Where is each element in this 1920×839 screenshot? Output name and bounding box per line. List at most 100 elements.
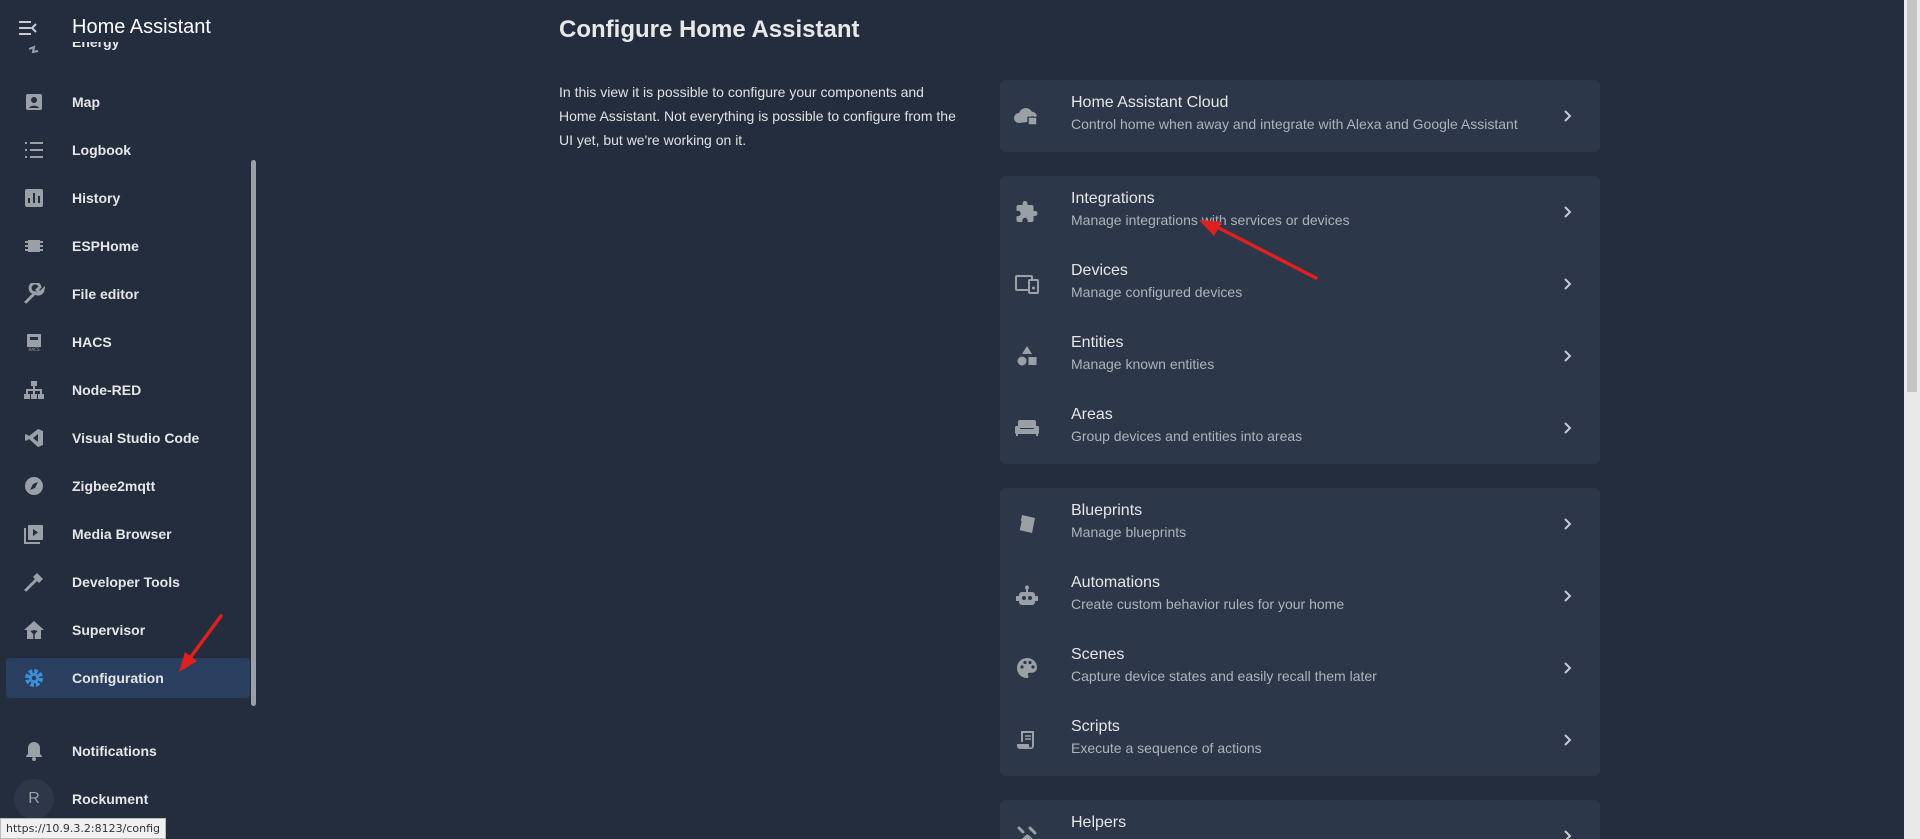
history-icon: [18, 182, 50, 214]
row-subtitle: Execute a sequence of actions: [1071, 740, 1262, 756]
sidebar-item-vscode[interactable]: Visual Studio Code: [6, 418, 250, 458]
app-title: Home Assistant: [72, 16, 211, 38]
hammer-icon: [18, 566, 50, 598]
row-subtitle: Capture device states and easily recall …: [1071, 668, 1377, 684]
row-subtitle: Group devices and entities into areas: [1071, 428, 1303, 444]
sidebar-item-media-browser[interactable]: Media Browser: [6, 514, 250, 554]
sidebar-item-supervisor[interactable]: Supervisor: [6, 610, 250, 650]
chevron-right-icon: [1560, 108, 1576, 124]
config-row-helpers[interactable]: Helpers: [1000, 800, 1600, 839]
sitemap-icon: [18, 374, 50, 406]
row-title: Helpers: [1071, 814, 1127, 831]
sidebar-scrollbar[interactable]: [251, 160, 256, 706]
row-title: Home Assistant Cloud: [1071, 94, 1229, 111]
chevron-right-icon: [1560, 420, 1576, 436]
sidebar-item-label: HACS: [72, 334, 112, 350]
chevron-right-icon: [1560, 828, 1576, 839]
svg-text:HACS: HACS: [28, 347, 39, 352]
sidebar-item-label: Logbook: [72, 142, 132, 158]
energy-icon: [18, 42, 50, 62]
sidebar-item-label: Media Browser: [72, 526, 172, 542]
row-subtitle: Manage configured devices: [1071, 284, 1243, 300]
sidebar-item-label: Rockument: [72, 791, 149, 807]
sidebar-item-hacs[interactable]: HACS HACS: [6, 322, 250, 362]
sidebar-item-configuration[interactable]: Configuration: [6, 658, 250, 698]
hacs-icon: HACS: [18, 326, 50, 358]
blueprint-icon: [1013, 510, 1041, 538]
config-row-scripts[interactable]: Scripts Execute a sequence of actions: [1000, 704, 1600, 776]
esphome-icon: [18, 230, 50, 262]
bell-icon: [18, 735, 50, 767]
config-row-areas[interactable]: Areas Group devices and entities into ar…: [1000, 392, 1600, 464]
compass-icon: [18, 470, 50, 502]
palette-icon: [1013, 654, 1041, 682]
sidebar-item-notifications[interactable]: Notifications: [6, 731, 250, 771]
page-scrollbar[interactable]: [1904, 0, 1920, 839]
row-subtitle: Control home when away and integrate wit…: [1071, 116, 1518, 132]
sidebar-item-label: Configuration: [72, 670, 164, 686]
sidebar-item-label: Zigbee2mqtt: [72, 478, 156, 494]
devices-icon: [1013, 270, 1041, 298]
sidebar-item-label: Energy: [72, 42, 120, 50]
sidebar-item-logbook[interactable]: Logbook: [6, 130, 250, 170]
sidebar-item-label: History: [72, 190, 121, 206]
sidebar-item-developer-tools[interactable]: Developer Tools: [6, 562, 250, 602]
avatar: R: [14, 779, 54, 819]
row-title: Blueprints: [1071, 502, 1143, 519]
row-title: Scenes: [1071, 646, 1125, 663]
menu-toggle-icon[interactable]: [16, 16, 40, 40]
script-icon: [1013, 726, 1041, 754]
config-row-cloud[interactable]: Home Assistant Cloud Control home when a…: [1000, 80, 1600, 152]
logbook-icon: [18, 134, 50, 166]
chevron-right-icon: [1560, 516, 1576, 532]
tools-icon: [1013, 822, 1041, 839]
intro-text: In this view it is possible to configure…: [559, 84, 956, 148]
sidebar-item-label: Map: [72, 94, 100, 110]
row-title: Integrations: [1071, 190, 1155, 207]
sidebar-item-label: Supervisor: [72, 622, 146, 638]
home-assistant-icon: [18, 614, 50, 646]
config-row-automations[interactable]: Automations Create custom behavior rules…: [1000, 560, 1600, 632]
sidebar-item-map[interactable]: Map: [6, 82, 250, 122]
page-scroll-thumb[interactable]: [1907, 0, 1917, 392]
config-row-blueprints[interactable]: Blueprints Manage blueprints: [1000, 488, 1600, 560]
sidebar-item-history[interactable]: History: [6, 178, 250, 218]
cloud-card: Home Assistant Cloud Control home when a…: [1000, 80, 1600, 152]
puzzle-icon: [1013, 198, 1041, 226]
chevron-right-icon: [1560, 204, 1576, 220]
row-title: Automations: [1071, 574, 1160, 591]
gear-icon: [18, 662, 50, 694]
chevron-right-icon: [1560, 588, 1576, 604]
sidebar-item-label: File editor: [72, 286, 139, 302]
sidebar-item-esphome[interactable]: ESPHome: [6, 226, 250, 266]
devices-services-card: Integrations Manage integrations with se…: [1000, 176, 1600, 464]
page-title: Configure Home Assistant: [559, 16, 860, 43]
row-subtitle: Manage known entities: [1071, 356, 1215, 372]
sidebar: Home Assistant Energy Map Logbook Histor…: [0, 0, 256, 839]
row-title: Areas: [1071, 406, 1113, 423]
sidebar-item-energy[interactable]: Energy: [6, 42, 250, 62]
helpers-card: Helpers: [1000, 800, 1600, 839]
status-url: https://10.9.3.2:8123/config: [0, 818, 166, 839]
sidebar-item-file-editor[interactable]: File editor: [6, 274, 250, 314]
row-subtitle: Manage blueprints: [1071, 524, 1187, 540]
config-row-scenes[interactable]: Scenes Capture device states and easily …: [1000, 632, 1600, 704]
sidebar-item-zigbee2mqtt[interactable]: Zigbee2mqtt: [6, 466, 250, 506]
media-icon: [18, 518, 50, 550]
wrench-icon: [18, 278, 50, 310]
chevron-right-icon: [1560, 660, 1576, 676]
automation-card: Blueprints Manage blueprints Automations…: [1000, 488, 1600, 776]
row-subtitle: Manage integrations with services or dev…: [1071, 212, 1350, 228]
sidebar-item-label: Notifications: [72, 743, 157, 759]
robot-icon: [1013, 582, 1041, 610]
chevron-right-icon: [1560, 732, 1576, 748]
config-row-integrations[interactable]: Integrations Manage integrations with se…: [1000, 176, 1600, 248]
sidebar-item-node-red[interactable]: Node-RED: [6, 370, 250, 410]
row-title: Entities: [1071, 334, 1124, 351]
sidebar-item-label: Visual Studio Code: [72, 430, 200, 446]
config-row-entities[interactable]: Entities Manage known entities: [1000, 320, 1600, 392]
sidebar-item-user[interactable]: R Rockument: [6, 779, 250, 819]
sidebar-item-label: Node-RED: [72, 382, 142, 398]
config-row-devices[interactable]: Devices Manage configured devices: [1000, 248, 1600, 320]
row-title: Scripts: [1071, 718, 1120, 735]
